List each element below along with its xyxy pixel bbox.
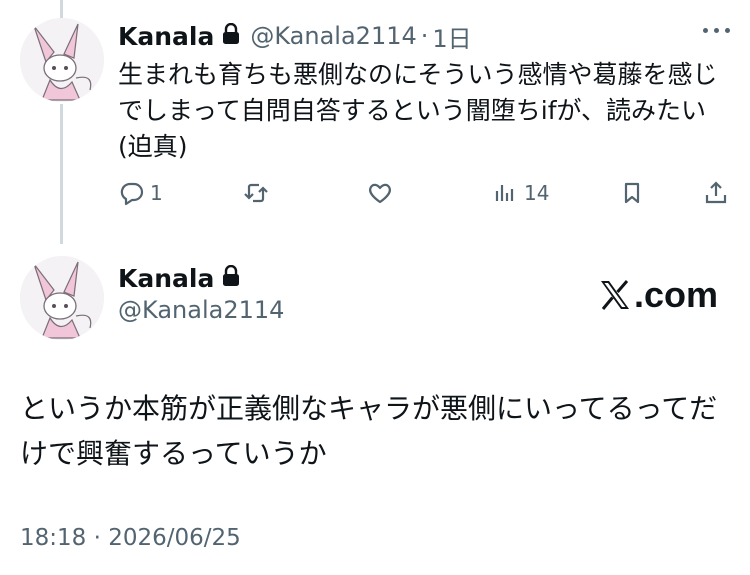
timestamp[interactable]: 18:18 · 2026/06/25	[20, 525, 241, 551]
main-name-row: Kanala	[118, 260, 250, 296]
reply-count: 1	[150, 181, 163, 205]
tweet-text: というか本筋が正義側なキャラが悪側にいってるってだけで興奮するっていうか	[20, 392, 718, 470]
avatar-image	[20, 256, 104, 340]
post-time[interactable]: 1日	[432, 19, 471, 54]
separator: ·	[420, 22, 429, 50]
handle[interactable]: @Kanala2114	[118, 296, 284, 324]
reply-header: Kanala @Kanala2114 · 1日	[118, 18, 472, 54]
views-button[interactable]: 14	[492, 176, 549, 210]
action-bar: 1 14	[118, 176, 730, 210]
thread-line	[60, 104, 63, 244]
handle[interactable]: @Kanala2114	[250, 22, 416, 50]
lock-icon	[222, 264, 240, 291]
x-logo-icon	[600, 280, 629, 310]
like-icon	[369, 183, 391, 204]
views-count: 14	[524, 181, 550, 205]
share-button[interactable]	[702, 176, 730, 210]
reply-icon	[120, 182, 144, 206]
avatar[interactable]	[20, 256, 104, 340]
brand-text: .com	[633, 274, 718, 315]
like-button[interactable]	[366, 176, 398, 210]
views-icon	[495, 185, 514, 201]
display-name[interactable]: Kanala	[118, 264, 214, 293]
avatar[interactable]	[20, 18, 104, 102]
share-icon	[705, 181, 727, 204]
display-name[interactable]: Kanala	[118, 22, 214, 51]
more-icon[interactable]	[703, 28, 730, 33]
x-logo: .com	[598, 274, 718, 316]
bookmark-button[interactable]	[618, 176, 646, 210]
retweet-button[interactable]	[242, 176, 274, 210]
lock-icon	[222, 22, 240, 49]
thread-line-top	[60, 0, 63, 18]
reply-text: 生まれも育ちも悪側なのにそういう感情や葛藤を感じでしまって自問自答するという闇堕…	[118, 60, 718, 161]
bookmark-icon	[624, 182, 640, 204]
avatar-image	[20, 18, 104, 102]
reply-button[interactable]: 1	[118, 176, 163, 210]
retweet-icon	[244, 183, 268, 203]
